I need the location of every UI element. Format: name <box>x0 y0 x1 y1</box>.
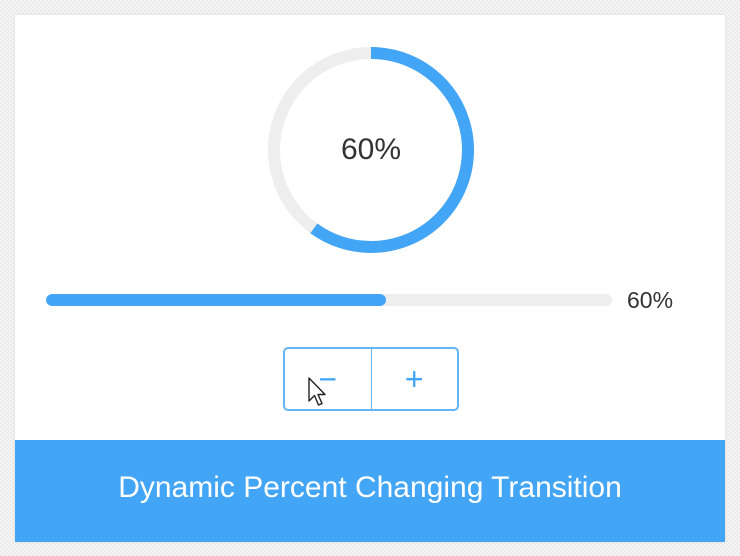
mouse-pointer-icon <box>308 377 326 406</box>
linear-progress-track <box>46 294 612 306</box>
footer-banner: Dynamic Percent Changing Transition <box>15 440 725 542</box>
increment-button[interactable]: + <box>370 349 458 409</box>
footer-title: Dynamic Percent Changing Transition <box>118 471 622 504</box>
linear-progress-fill <box>46 294 386 306</box>
demo-card: 60% 60% − + Dynamic Percent Changing Tra… <box>15 15 725 542</box>
circular-progress: 60% <box>268 47 474 253</box>
linear-progress-label: 60% <box>627 287 674 313</box>
circular-progress-label: 60% <box>340 133 402 166</box>
